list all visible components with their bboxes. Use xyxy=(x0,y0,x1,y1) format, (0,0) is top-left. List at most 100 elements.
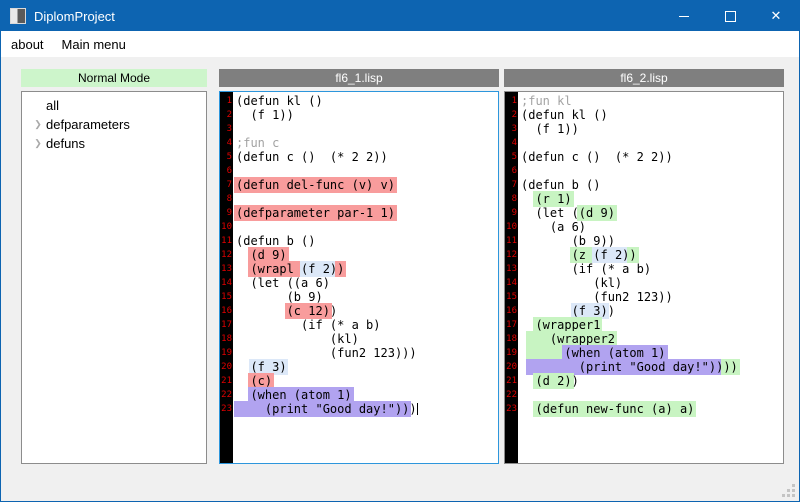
code-line: (if (* a b) xyxy=(521,262,783,276)
code-text: (defun kl () xyxy=(236,94,323,108)
mode-button[interactable]: Normal Mode xyxy=(21,69,207,87)
window-title: DiplomProject xyxy=(34,9,115,24)
line-number: 6 xyxy=(220,164,233,178)
chevron-right-icon[interactable]: ❯ xyxy=(30,119,46,130)
menu-item-about[interactable]: about xyxy=(11,37,44,52)
menu-item-main-menu[interactable]: Main menu xyxy=(62,37,126,52)
code-text: (fun2 123)) xyxy=(521,290,673,304)
panel-header-right: fl6_2.lisp xyxy=(504,69,784,87)
minimize-button[interactable] xyxy=(661,1,707,31)
code-line xyxy=(521,164,783,178)
maximize-icon xyxy=(725,11,736,22)
highlighted-code: ) xyxy=(335,261,346,277)
code-line xyxy=(236,122,498,136)
line-number: 2 xyxy=(505,108,518,122)
line-number: 8 xyxy=(505,192,518,206)
code-line: (wrapl (f 2)) xyxy=(236,262,498,276)
code-line: (wrapper2 xyxy=(521,332,783,346)
code-line: (when (atom 1) xyxy=(521,346,783,360)
line-number: 4 xyxy=(505,136,518,150)
line-number: 23 xyxy=(220,402,233,416)
code-line: (let ((a 6) xyxy=(236,276,498,290)
line-number: 9 xyxy=(220,206,233,220)
code-text: ) xyxy=(409,402,416,416)
resize-grip[interactable] xyxy=(782,484,795,497)
code-panel-right[interactable]: 1234567891011121314151617181920212223 ;f… xyxy=(504,91,784,464)
code-text: (if (* a b) xyxy=(521,262,651,276)
close-icon: ✕ xyxy=(771,8,782,24)
close-button[interactable]: ✕ xyxy=(753,1,799,31)
line-number: 22 xyxy=(505,388,518,402)
line-number: 12 xyxy=(505,248,518,262)
line-number: 13 xyxy=(220,262,233,276)
code-panel-left[interactable]: 1234567891011121314151617181920212223 (d… xyxy=(219,91,499,464)
code-line: (c) xyxy=(236,374,498,388)
tree-item-all[interactable]: all xyxy=(22,96,206,115)
code-line: (kl) xyxy=(236,332,498,346)
line-number: 5 xyxy=(505,150,518,164)
code-text: ) xyxy=(572,374,579,388)
highlighted-code: (f 2) xyxy=(300,261,338,277)
tree-item-defuns[interactable]: ❯defuns xyxy=(22,134,206,153)
line-number: 9 xyxy=(505,206,518,220)
line-number: 19 xyxy=(505,346,518,360)
line-number-gutter: 1234567891011121314151617181920212223 xyxy=(220,92,233,463)
line-number: 3 xyxy=(505,122,518,136)
code-text: (b 9)) xyxy=(521,234,615,248)
code-line: (f 1)) xyxy=(521,122,783,136)
line-number: 12 xyxy=(220,248,233,262)
code-text: ) xyxy=(330,304,337,318)
highlighted-code: (f 2) xyxy=(592,247,630,263)
code-line: (fun2 123))) xyxy=(236,346,498,360)
tree-item-label: all xyxy=(46,98,59,113)
code-line: (fun2 123)) xyxy=(521,290,783,304)
code-line xyxy=(521,388,783,402)
line-number: 11 xyxy=(220,234,233,248)
code-line: (print "Good day!"))) xyxy=(236,402,498,416)
line-number: 15 xyxy=(505,290,518,304)
highlighted-code: (d 9) xyxy=(577,205,617,221)
highlighted-code: (wrapl xyxy=(248,261,303,277)
line-number: 21 xyxy=(220,374,233,388)
highlighted-code: (print "Good day!")) xyxy=(234,401,411,417)
code-area: ;fun kl(defun kl () (f 1))(defun c () (*… xyxy=(518,92,783,463)
line-number: 11 xyxy=(505,234,518,248)
highlighted-code: (defun new-func (a) a) xyxy=(533,401,696,417)
code-line: (defun c () (* 2 2)) xyxy=(521,150,783,164)
chevron-right-icon[interactable]: ❯ xyxy=(30,138,46,149)
maximize-button[interactable] xyxy=(707,1,753,31)
code-line: (f 3)) xyxy=(521,304,783,318)
code-line: ;fun c xyxy=(236,136,498,150)
title-bar: DiplomProject ✕ xyxy=(1,1,799,31)
highlighted-code: (r 1) xyxy=(533,191,573,207)
code-line: (z (f 2)) xyxy=(521,248,783,262)
code-line: (defun kl () xyxy=(236,94,498,108)
tree-item-label: defparameters xyxy=(46,117,130,132)
tree-item-defparameters[interactable]: ❯defparameters xyxy=(22,115,206,134)
line-number: 10 xyxy=(220,220,233,234)
line-number-gutter: 1234567891011121314151617181920212223 xyxy=(505,92,518,463)
code-line: ;fun kl xyxy=(521,94,783,108)
line-number: 21 xyxy=(505,374,518,388)
line-number: 6 xyxy=(505,164,518,178)
line-number: 17 xyxy=(505,318,518,332)
code-text: ;fun kl xyxy=(521,94,572,108)
code-line: (defun new-func (a) a) xyxy=(521,402,783,416)
code-text: (f 1)) xyxy=(236,108,294,122)
code-line: (d 9) xyxy=(236,248,498,262)
line-number: 1 xyxy=(220,94,233,108)
line-number: 16 xyxy=(220,304,233,318)
line-number: 18 xyxy=(505,332,518,346)
code-text: ) xyxy=(608,304,615,318)
code-text: (kl) xyxy=(236,332,359,346)
code-line: (defun del-func (v) v) xyxy=(236,178,498,192)
app-window: DiplomProject ✕ about Main menu Normal Mo… xyxy=(0,0,800,502)
line-number: 17 xyxy=(220,318,233,332)
code-text: (kl) xyxy=(521,276,622,290)
menu-bar: about Main menu xyxy=(1,31,799,57)
code-line: (wrapper1 xyxy=(521,318,783,332)
code-text: (if (* a b) xyxy=(236,318,381,332)
line-number: 14 xyxy=(220,276,233,290)
line-number: 16 xyxy=(505,304,518,318)
line-number: 7 xyxy=(505,178,518,192)
